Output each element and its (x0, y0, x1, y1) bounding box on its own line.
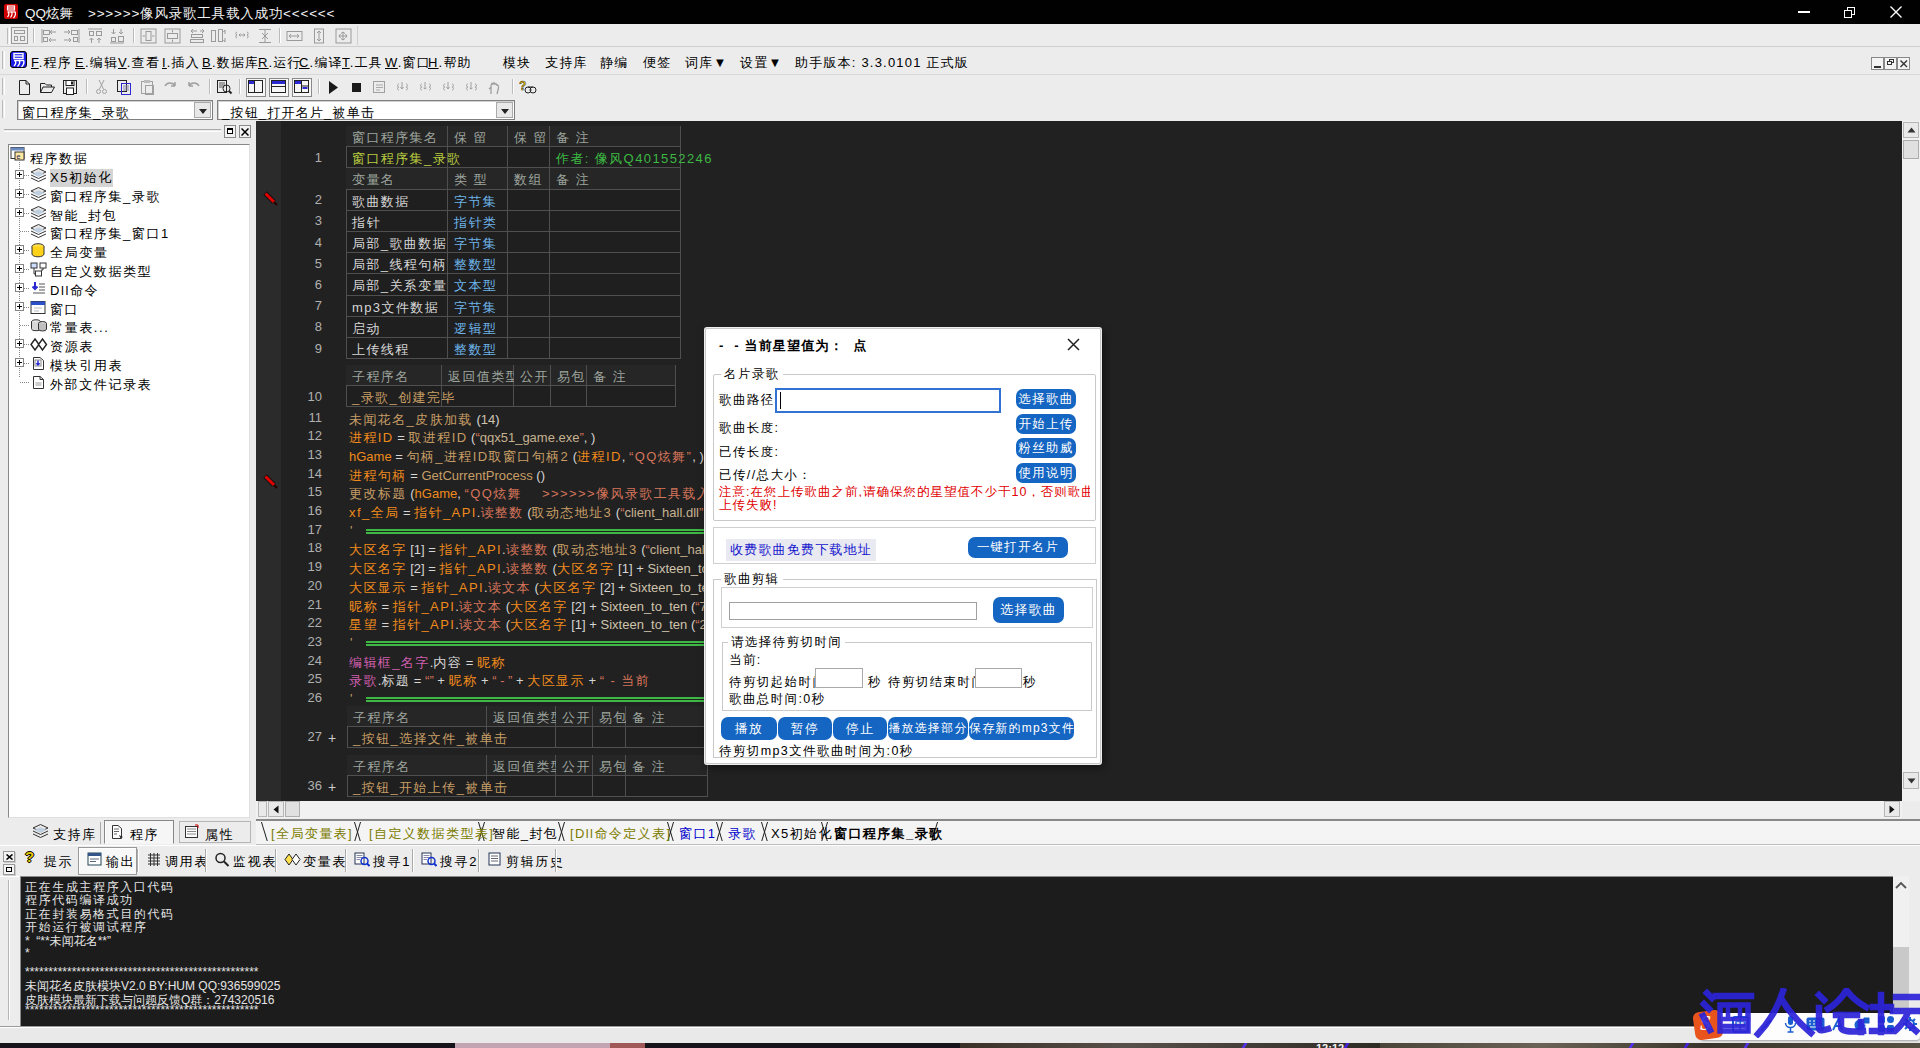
svg-text:e: e (17, 153, 21, 160)
